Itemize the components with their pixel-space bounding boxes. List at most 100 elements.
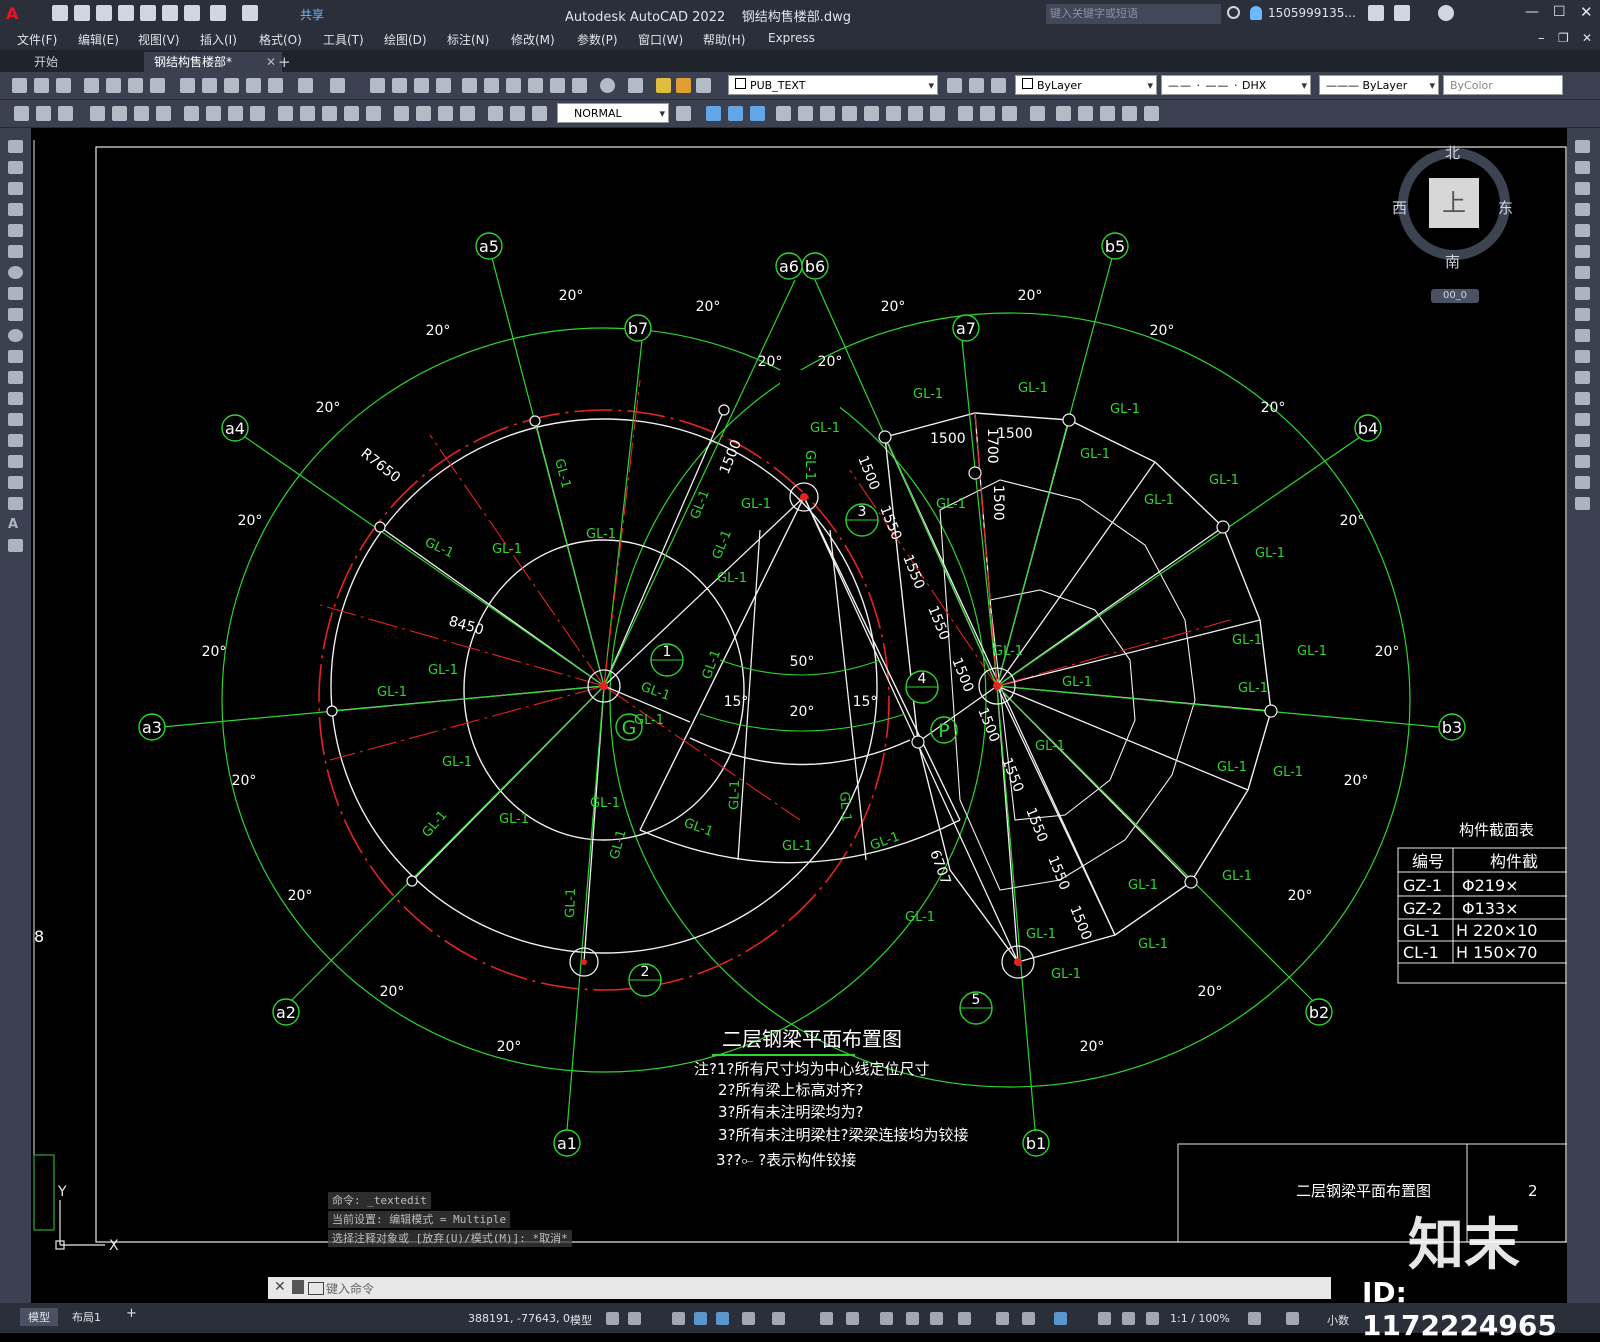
cut-icon[interactable] [180, 78, 195, 93]
spline-icon[interactable] [8, 308, 23, 321]
open-icon[interactable] [34, 78, 49, 93]
sheet-set-icon[interactable] [528, 78, 543, 93]
join-icon[interactable] [1575, 413, 1590, 426]
user-account[interactable]: 1505999135... [1268, 6, 1356, 20]
ellipse-icon[interactable] [8, 329, 23, 342]
units-select[interactable]: 小数 [1327, 1312, 1349, 1328]
copy-icon[interactable] [202, 78, 217, 93]
tab-start[interactable]: 开始 [24, 52, 68, 72]
array-icon[interactable] [1575, 224, 1590, 237]
user-icon[interactable] [1250, 6, 1262, 20]
3d-move-icon[interactable] [930, 106, 945, 121]
redo-icon[interactable] [242, 5, 258, 21]
stretch-icon[interactable] [1575, 308, 1590, 321]
dim-diameter-icon[interactable] [228, 106, 243, 121]
command-input[interactable]: ✕ 键入命令 [268, 1277, 1331, 1299]
app-store-icon[interactable] [1394, 5, 1410, 21]
center-mark-icon[interactable] [416, 106, 431, 121]
annotation-monitor-icon[interactable] [1286, 1312, 1299, 1325]
pan-icon[interactable] [370, 78, 385, 93]
selection-cycling-icon[interactable] [930, 1312, 943, 1325]
save-web-icon[interactable] [162, 5, 178, 21]
save-icon[interactable] [56, 78, 71, 93]
ucs-dynamic-icon[interactable] [996, 1312, 1009, 1325]
viewcube-north[interactable]: 北 [1445, 142, 1460, 163]
insert-block-icon[interactable] [8, 371, 23, 384]
block-editor-icon[interactable] [268, 78, 283, 93]
dim-jogged-icon[interactable] [206, 106, 221, 121]
menu-parametric[interactable]: 参数(P) [577, 31, 618, 48]
dim-baseline-icon[interactable] [300, 106, 315, 121]
quick-dim-icon[interactable] [278, 106, 293, 121]
doc-close-button[interactable]: ✕ [1582, 31, 1592, 45]
linetype-select[interactable]: —— · —— · DHX ▾ [1161, 75, 1311, 95]
workspace-icon[interactable] [14, 106, 29, 121]
minimize-button[interactable]: — [1525, 4, 1539, 20]
undo-icon[interactable] [298, 78, 313, 93]
mtext-icon[interactable]: A [8, 518, 23, 531]
layer-on-icon[interactable] [656, 78, 671, 93]
chamfer-icon[interactable] [1575, 434, 1590, 447]
menu-file[interactable]: 文件(F) [17, 31, 57, 48]
osnap-icon[interactable] [846, 1312, 859, 1325]
viewcube-south[interactable]: 南 [1445, 251, 1460, 272]
polyline-icon[interactable] [8, 182, 23, 195]
menu-window[interactable]: 窗口(W) [638, 31, 683, 48]
grid-icon[interactable] [606, 1312, 619, 1325]
construction-line-icon[interactable] [8, 161, 23, 174]
table-icon[interactable] [8, 497, 23, 510]
make-current-icon[interactable] [947, 78, 962, 93]
revcloud-icon[interactable] [8, 287, 23, 300]
match-prop-icon[interactable] [246, 78, 261, 93]
layer-lock-icon[interactable] [696, 78, 711, 93]
blend-icon[interactable] [1575, 476, 1590, 489]
properties-icon[interactable] [462, 78, 477, 93]
autocad-logo-icon[interactable]: A [6, 4, 28, 24]
add-selected-icon[interactable] [8, 539, 23, 552]
coordinates-readout[interactable]: 388191, -77643, 0 [468, 1312, 570, 1325]
ucs-world-icon[interactable] [1078, 106, 1093, 121]
menu-draw[interactable]: 绘图(D) [384, 31, 427, 48]
workspace-gear-icon[interactable] [1248, 1312, 1261, 1325]
menu-view[interactable]: 视图(V) [138, 31, 180, 48]
layer-thaw-icon[interactable] [676, 78, 691, 93]
save-icon[interactable] [96, 5, 112, 21]
solid-box-icon[interactable] [706, 106, 721, 121]
new-tab-button[interactable]: + [268, 52, 301, 72]
doc-minimize-button[interactable]: – [1538, 31, 1545, 46]
quickcalc-icon[interactable] [572, 78, 587, 93]
search-icon[interactable] [1227, 6, 1240, 19]
render-icon[interactable] [980, 106, 995, 121]
fillet-icon[interactable] [1575, 455, 1590, 468]
intersect-icon[interactable] [908, 106, 923, 121]
break-icon[interactable] [1575, 392, 1590, 405]
offset-icon[interactable] [1575, 203, 1590, 216]
menu-modify[interactable]: 修改(M) [511, 31, 555, 48]
ortho-icon[interactable] [716, 1312, 729, 1325]
rectangle-icon[interactable] [8, 224, 23, 237]
annotation-visibility-icon[interactable] [1098, 1312, 1111, 1325]
plotstyle-select[interactable]: ByColor [1443, 75, 1563, 95]
lineweight-icon[interactable] [880, 1312, 893, 1325]
tab-model[interactable]: 模型 [20, 1308, 58, 1326]
sweep-icon[interactable] [820, 106, 835, 121]
erase-icon[interactable] [1575, 140, 1590, 153]
menu-edit[interactable]: 编辑(E) [78, 31, 119, 48]
dim-break-icon[interactable] [366, 106, 381, 121]
polygon-icon[interactable] [8, 203, 23, 216]
hatch-icon[interactable] [8, 434, 23, 447]
viewcube-west[interactable]: 西 [1392, 197, 1407, 218]
tool-icon[interactable] [58, 106, 73, 121]
model-space-toggle[interactable]: 模型 [570, 1312, 592, 1328]
ucs-origin-icon[interactable] [1100, 106, 1115, 121]
3d-print-icon[interactable] [150, 78, 165, 93]
snap-icon[interactable] [628, 1312, 641, 1325]
open-file-icon[interactable] [74, 5, 90, 21]
menu-dimension[interactable]: 标注(N) [447, 31, 489, 48]
paste-icon[interactable] [224, 78, 239, 93]
solid-cyl-icon[interactable] [728, 106, 743, 121]
circle-icon[interactable] [8, 266, 23, 279]
line-icon[interactable] [8, 140, 23, 153]
share-button[interactable]: 共享 [300, 6, 324, 23]
osnap-tracking-icon[interactable] [820, 1312, 833, 1325]
